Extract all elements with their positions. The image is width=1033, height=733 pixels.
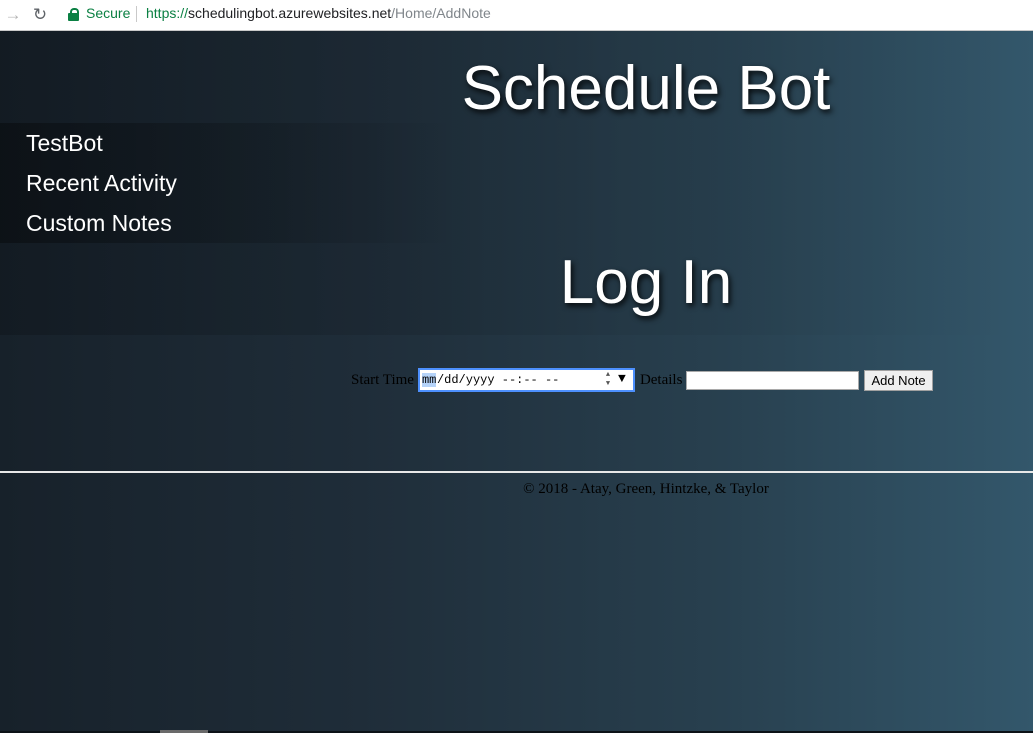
lock-icon <box>68 8 79 21</box>
add-note-button[interactable]: Add Note <box>864 369 933 391</box>
browser-toolbar: → ↻ Secure https://schedulingbot.azurewe… <box>0 0 1033 31</box>
arrow-left-icon[interactable]: → <box>3 5 23 25</box>
sidebar-item-recent-activity[interactable]: Recent Activity <box>0 163 460 203</box>
sidebar-nav: TestBot Recent Activity Custom Notes <box>0 123 460 243</box>
divider <box>0 471 1033 473</box>
header: Schedule Bot TestBot Recent Activity Cus… <box>0 31 1033 335</box>
omnibox-divider <box>136 6 137 22</box>
sidebar-item-testbot[interactable]: TestBot <box>0 123 460 163</box>
url-host: schedulingbot.azurewebsites.net <box>188 5 392 21</box>
reload-icon[interactable]: ↻ <box>30 5 50 25</box>
start-time-label: Start Time <box>351 371 414 388</box>
address-bar[interactable]: Secure https://schedulingbot.azurewebsit… <box>60 2 1023 26</box>
sidebar-item-custom-notes[interactable]: Custom Notes <box>0 203 460 243</box>
calendar-dropdown-icon[interactable]: ▼ <box>618 371 632 386</box>
url-scheme: https:// <box>146 5 189 21</box>
url-path: /Home/AddNote <box>391 5 491 21</box>
datetime-month-segment[interactable]: mm <box>421 373 437 387</box>
details-input[interactable] <box>686 370 860 390</box>
page-body: Schedule Bot TestBot Recent Activity Cus… <box>0 31 1033 733</box>
start-time-input[interactable]: mm /dd/yyyy --:-- -- ▲ ▼ ▼ <box>417 368 635 392</box>
datetime-remaining-segments[interactable]: /dd/yyyy --:-- -- <box>437 373 559 387</box>
add-note-form: Start Time mm /dd/yyyy --:-- -- ▲ ▼ ▼ Det… <box>351 368 933 392</box>
login-heading[interactable]: Log In <box>260 247 1032 318</box>
footer-copyright: © 2018 - Atay, Green, Hintzke, & Taylor <box>523 481 769 497</box>
site-title: Schedule Bot <box>461 54 831 123</box>
secure-label: Secure <box>86 5 131 21</box>
url-text[interactable]: https://schedulingbot.azurewebsites.net/… <box>146 5 491 21</box>
spinner-icon[interactable]: ▲ ▼ <box>603 371 613 389</box>
details-label: Details <box>639 371 683 388</box>
